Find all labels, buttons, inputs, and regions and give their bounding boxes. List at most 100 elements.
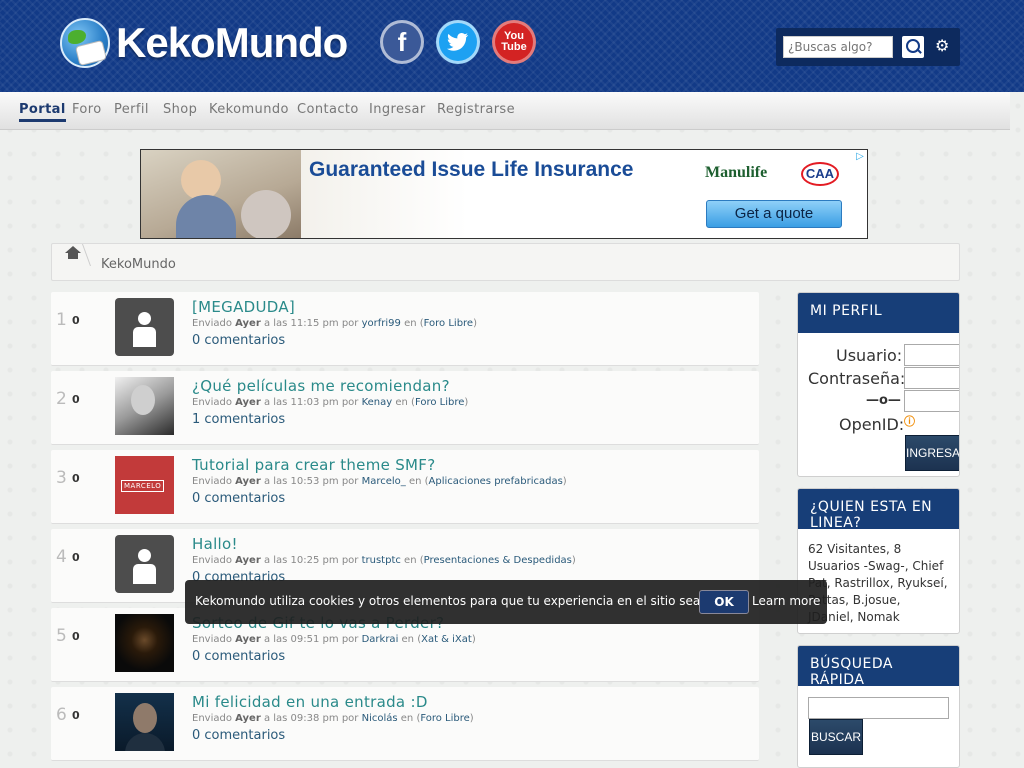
meta-time: a las 11:03 pm por <box>263 397 359 408</box>
quick-search-button[interactable]: BUSCAR <box>809 719 863 755</box>
meta-time: a las 09:51 pm por <box>263 634 359 645</box>
cookie-ok-button[interactable]: OK <box>699 590 749 614</box>
password-field[interactable] <box>904 367 959 389</box>
meta-prefix: Enviado <box>192 318 232 329</box>
post-comments-link[interactable]: 0 comentarios <box>192 728 285 743</box>
nav-registrarse[interactable]: Registrarse <box>437 102 515 117</box>
or-divider: —o— <box>866 393 901 408</box>
meta-user-link[interactable]: yorfri99 <box>362 318 401 329</box>
post-comments-link[interactable]: 1 comentarios <box>192 412 285 427</box>
breadcrumb-current[interactable]: KekoMundo <box>101 257 176 272</box>
meta-user-link[interactable]: trustptc <box>362 555 401 566</box>
post-count: 0 <box>72 551 80 564</box>
meta-time: a las 10:25 pm por <box>263 555 359 566</box>
online-box-title: ¿QUIEN ESTA EN LINEA? <box>798 489 959 529</box>
nav-ingresar[interactable]: Ingresar <box>369 102 426 117</box>
gear-icon[interactable]: ⚙ <box>935 36 949 55</box>
list-item: 1 0 [MEGADUDA] Enviado Ayer a las 11:15 … <box>51 292 759 366</box>
post-count: 0 <box>72 472 80 485</box>
meta-board-link[interactable]: Foro Libre <box>420 713 469 724</box>
site-logo[interactable]: KekoMundo <box>60 16 348 70</box>
openid-icon: ⓘ <box>904 415 915 428</box>
ad-brand-manulife: Manulife <box>705 164 768 181</box>
post-comments-link[interactable]: 0 comentarios <box>192 649 285 664</box>
login-button[interactable]: INGRESAR <box>905 435 959 471</box>
search-icon[interactable] <box>902 36 924 58</box>
meta-day: Ayer <box>235 555 261 566</box>
list-item: 2 0 ¿Qué películas me recomiendan? Envia… <box>51 371 759 445</box>
meta-prefix: Enviado <box>192 397 232 408</box>
password-label: Contraseña: <box>808 369 906 388</box>
avatar[interactable] <box>115 456 174 514</box>
cookie-banner: Kekomundo utiliza cookies y otros elemen… <box>185 580 827 624</box>
meta-user-link[interactable]: Darkrai <box>362 634 399 645</box>
nav-foro[interactable]: Foro <box>72 102 102 117</box>
breadcrumb: KekoMundo <box>51 243 960 281</box>
meta-day: Ayer <box>235 318 261 329</box>
cookie-text: Kekomundo utiliza cookies y otros elemen… <box>195 594 739 608</box>
ad-cta-button[interactable]: Get a quote <box>706 200 842 228</box>
nav-kekomundo[interactable]: Kekomundo <box>209 102 289 117</box>
post-meta: Enviado Ayer a las 09:38 pm por Nicolás … <box>192 713 474 724</box>
nav-perfil[interactable]: Perfil <box>114 102 149 117</box>
post-title[interactable]: ¿Qué películas me recomiendan? <box>192 377 450 395</box>
meta-board-link[interactable]: Foro Libre <box>424 318 473 329</box>
post-comments-link[interactable]: 0 comentarios <box>192 333 285 348</box>
search-input[interactable] <box>783 36 893 58</box>
nav-contacto[interactable]: Contacto <box>297 102 359 117</box>
meta-user-link[interactable]: Nicolás <box>362 713 398 724</box>
avatar[interactable] <box>115 377 174 435</box>
cookie-learn-more-link[interactable]: Learn more <box>752 594 820 608</box>
post-title[interactable]: Tutorial para crear theme SMF? <box>192 456 435 474</box>
meta-board-link[interactable]: Xat & iXat <box>421 634 472 645</box>
quick-search-title: BÚSQUEDA RÁPIDA <box>798 646 959 686</box>
facebook-icon[interactable]: f <box>380 20 424 64</box>
post-rank: 1 <box>56 310 67 330</box>
post-meta: Enviado Ayer a las 11:03 pm por Kenay en… <box>192 397 469 408</box>
ad-photo <box>141 150 301 238</box>
meta-prefix: Enviado <box>192 555 232 566</box>
post-title[interactable]: Hallo! <box>192 535 238 553</box>
meta-user-link[interactable]: Marcelo_ <box>362 476 406 487</box>
nav-portal[interactable]: Portal <box>19 102 66 122</box>
youtube-icon[interactable]: You Tube <box>492 20 536 64</box>
username-field[interactable] <box>904 344 959 366</box>
ad-person <box>241 190 291 238</box>
post-title[interactable]: Mi felicidad en una entrada :D <box>192 693 428 711</box>
openid-field-top[interactable] <box>904 390 959 412</box>
meta-day: Ayer <box>235 397 261 408</box>
post-meta: Enviado Ayer a las 10:53 pm por Marcelo_… <box>192 476 567 487</box>
meta-board-link[interactable]: Aplicaciones prefabricadas <box>429 476 563 487</box>
meta-prefix: Enviado <box>192 634 232 645</box>
adchoices-icon[interactable]: ▷ <box>853 150 867 164</box>
post-title[interactable]: [MEGADUDA] <box>192 298 295 316</box>
post-count: 0 <box>72 314 80 327</box>
post-meta: Enviado Ayer a las 09:51 pm por Darkrai … <box>192 634 476 645</box>
post-comments-link[interactable]: 0 comentarios <box>192 491 285 506</box>
meta-prefix: Enviado <box>192 476 232 487</box>
openid-label: OpenID: <box>839 415 905 434</box>
twitter-icon[interactable] <box>436 20 480 64</box>
post-rank: 3 <box>56 468 67 488</box>
meta-day: Ayer <box>235 713 261 724</box>
avatar[interactable] <box>115 614 174 672</box>
quick-search-input[interactable] <box>808 697 949 719</box>
ad-person <box>176 195 236 238</box>
profile-box-title: MI PERFIL <box>798 293 959 333</box>
post-rank: 4 <box>56 547 67 567</box>
avatar[interactable] <box>115 535 174 593</box>
meta-user-link[interactable]: Kenay <box>362 397 393 408</box>
post-rank: 2 <box>56 389 67 409</box>
globe-logo-icon <box>60 18 110 68</box>
list-item: 3 0 Tutorial para crear theme SMF? Envia… <box>51 450 759 524</box>
nav-shop[interactable]: Shop <box>163 102 197 117</box>
profile-box: MI PERFIL Usuario: Contraseña: —o— OpenI… <box>797 292 960 477</box>
meta-board-link[interactable]: Foro Libre <box>415 397 464 408</box>
ad-banner[interactable]: Guaranteed Issue Life Insurance Manulife… <box>140 149 868 239</box>
avatar[interactable] <box>115 693 174 751</box>
ad-brand-caa: CAA <box>801 162 839 186</box>
meta-time: a las 09:38 pm por <box>263 713 359 724</box>
header-search: ⚙ <box>776 28 960 66</box>
avatar[interactable] <box>115 298 174 356</box>
meta-board-link[interactable]: Presentaciones & Despedidas <box>424 555 572 566</box>
